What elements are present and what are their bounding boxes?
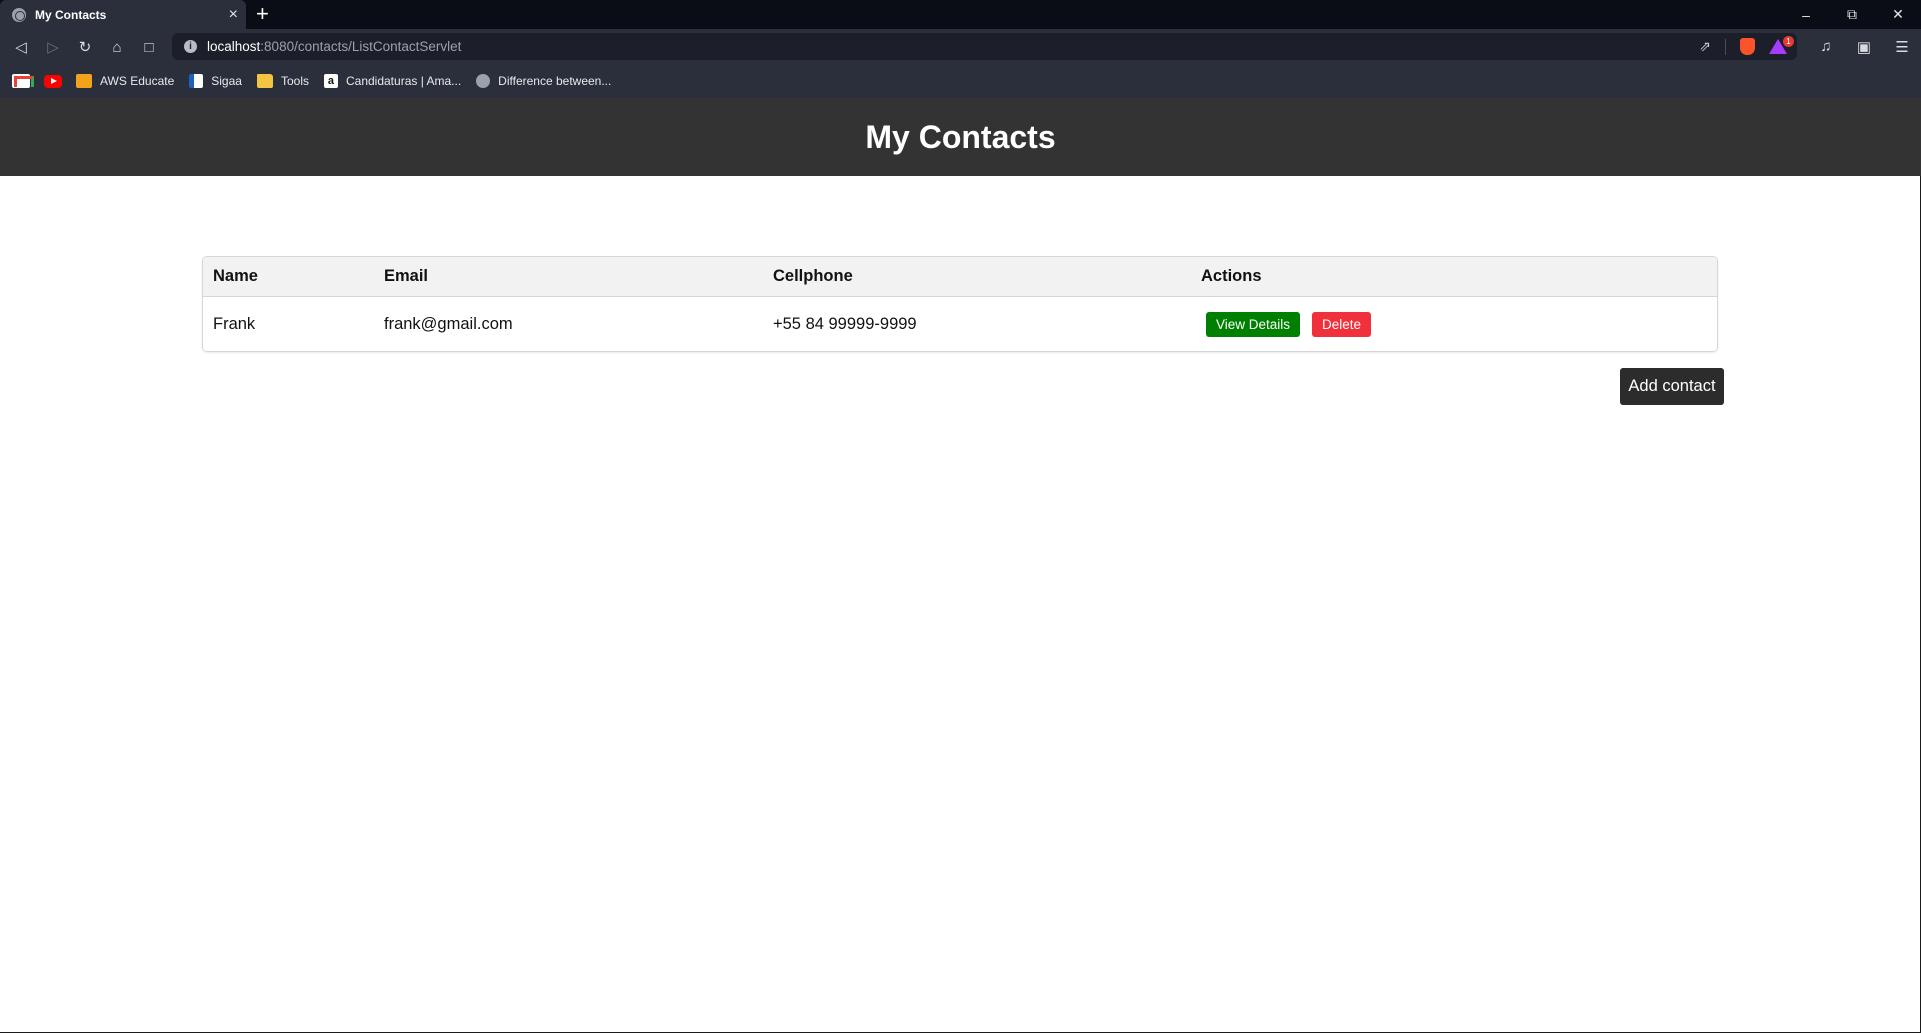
- tab-close-icon[interactable]: ×: [229, 6, 238, 23]
- address-bar-actions: ⇗ 1: [1699, 33, 1794, 60]
- globe-icon: [476, 74, 491, 88]
- site-info-icon[interactable]: i: [184, 40, 197, 53]
- bookmarks-bar: AWS Educate Sigaa Tools a Candidaturas |…: [0, 64, 1921, 98]
- minimize-icon[interactable]: –: [1783, 0, 1829, 29]
- restore-icon[interactable]: ⧉: [1829, 0, 1875, 29]
- bookmark-sigaa[interactable]: Sigaa: [189, 74, 242, 88]
- hamburger-menu-icon[interactable]: ☰: [1883, 29, 1921, 64]
- bookmark-difference[interactable]: Difference between...: [476, 74, 611, 88]
- globe-favicon-icon: [12, 7, 26, 22]
- column-header-cellphone: Cellphone: [763, 257, 1191, 297]
- contact-email: frank@gmail.com: [384, 314, 513, 333]
- browser-tab-strip: My Contacts × + – ⧉ ✕: [0, 0, 1921, 29]
- youtube-icon[interactable]: [44, 74, 62, 88]
- back-arrow-icon[interactable]: ◁: [11, 37, 31, 57]
- brave-rewards-icon[interactable]: 1: [1769, 36, 1794, 54]
- rewards-badge: 1: [1783, 36, 1794, 47]
- contact-name: Frank: [213, 314, 256, 333]
- view-details-button[interactable]: View Details: [1206, 311, 1301, 337]
- table-header-row: Name Email Cellphone Actions: [203, 257, 1717, 297]
- tab-title: My Contacts: [35, 7, 107, 22]
- add-contact-button[interactable]: Add contact: [1620, 368, 1724, 405]
- browser-toolbar: ◁ ▷ ↻ ⌂ □ i localhost:8080/contacts/List…: [0, 29, 1921, 64]
- delete-button[interactable]: Delete: [1312, 311, 1372, 337]
- sigaa-icon: [189, 74, 204, 88]
- window-controls: – ⧉ ✕: [1783, 0, 1921, 29]
- address-bar[interactable]: i localhost:8080/contacts/ListContactSer…: [172, 33, 1797, 60]
- contacts-table: Name Email Cellphone Actions Frank frank…: [203, 257, 1717, 351]
- aws-box-icon: [76, 74, 92, 88]
- url-text[interactable]: localhost:8080/contacts/ListContactServl…: [207, 39, 461, 54]
- column-header-actions: Actions: [1191, 257, 1717, 297]
- bookmark-icon[interactable]: □: [139, 37, 159, 57]
- music-icon[interactable]: ♫: [1807, 29, 1845, 64]
- brave-shields-icon[interactable]: [1740, 38, 1755, 55]
- amazon-icon: a: [323, 74, 338, 88]
- toolbar-right-icons: ♫ ▣ ☰: [1807, 29, 1921, 64]
- page-title: My Contacts: [865, 118, 1056, 155]
- forward-arrow-icon[interactable]: ▷: [43, 37, 63, 57]
- column-header-name: Name: [203, 257, 374, 297]
- share-icon[interactable]: ⇗: [1699, 38, 1711, 55]
- reload-icon[interactable]: ↻: [75, 37, 95, 57]
- divider: [1725, 38, 1726, 55]
- gmail-icon[interactable]: [12, 74, 34, 88]
- table-row: Frank frank@gmail.com +55 84 99999-9999 …: [203, 296, 1717, 351]
- close-window-icon[interactable]: ✕: [1875, 0, 1921, 29]
- contact-cellphone: +55 84 99999-9999: [773, 314, 917, 333]
- bookmark-candidaturas[interactable]: a Candidaturas | Ama...: [323, 74, 461, 88]
- column-header-email: Email: [374, 257, 763, 297]
- new-tab-button[interactable]: +: [256, 2, 269, 26]
- bookmark-aws-educate[interactable]: AWS Educate: [76, 74, 174, 88]
- folder-icon: [256, 74, 273, 88]
- browser-tab[interactable]: My Contacts ×: [0, 0, 246, 29]
- home-icon[interactable]: ⌂: [107, 37, 127, 57]
- contact-actions: View Details Delete: [1191, 296, 1717, 351]
- page-header: My Contacts: [0, 98, 1921, 176]
- contacts-table-container: Name Email Cellphone Actions Frank frank…: [202, 256, 1718, 352]
- wallet-icon[interactable]: ▣: [1845, 29, 1883, 64]
- bookmark-tools[interactable]: Tools: [256, 74, 309, 88]
